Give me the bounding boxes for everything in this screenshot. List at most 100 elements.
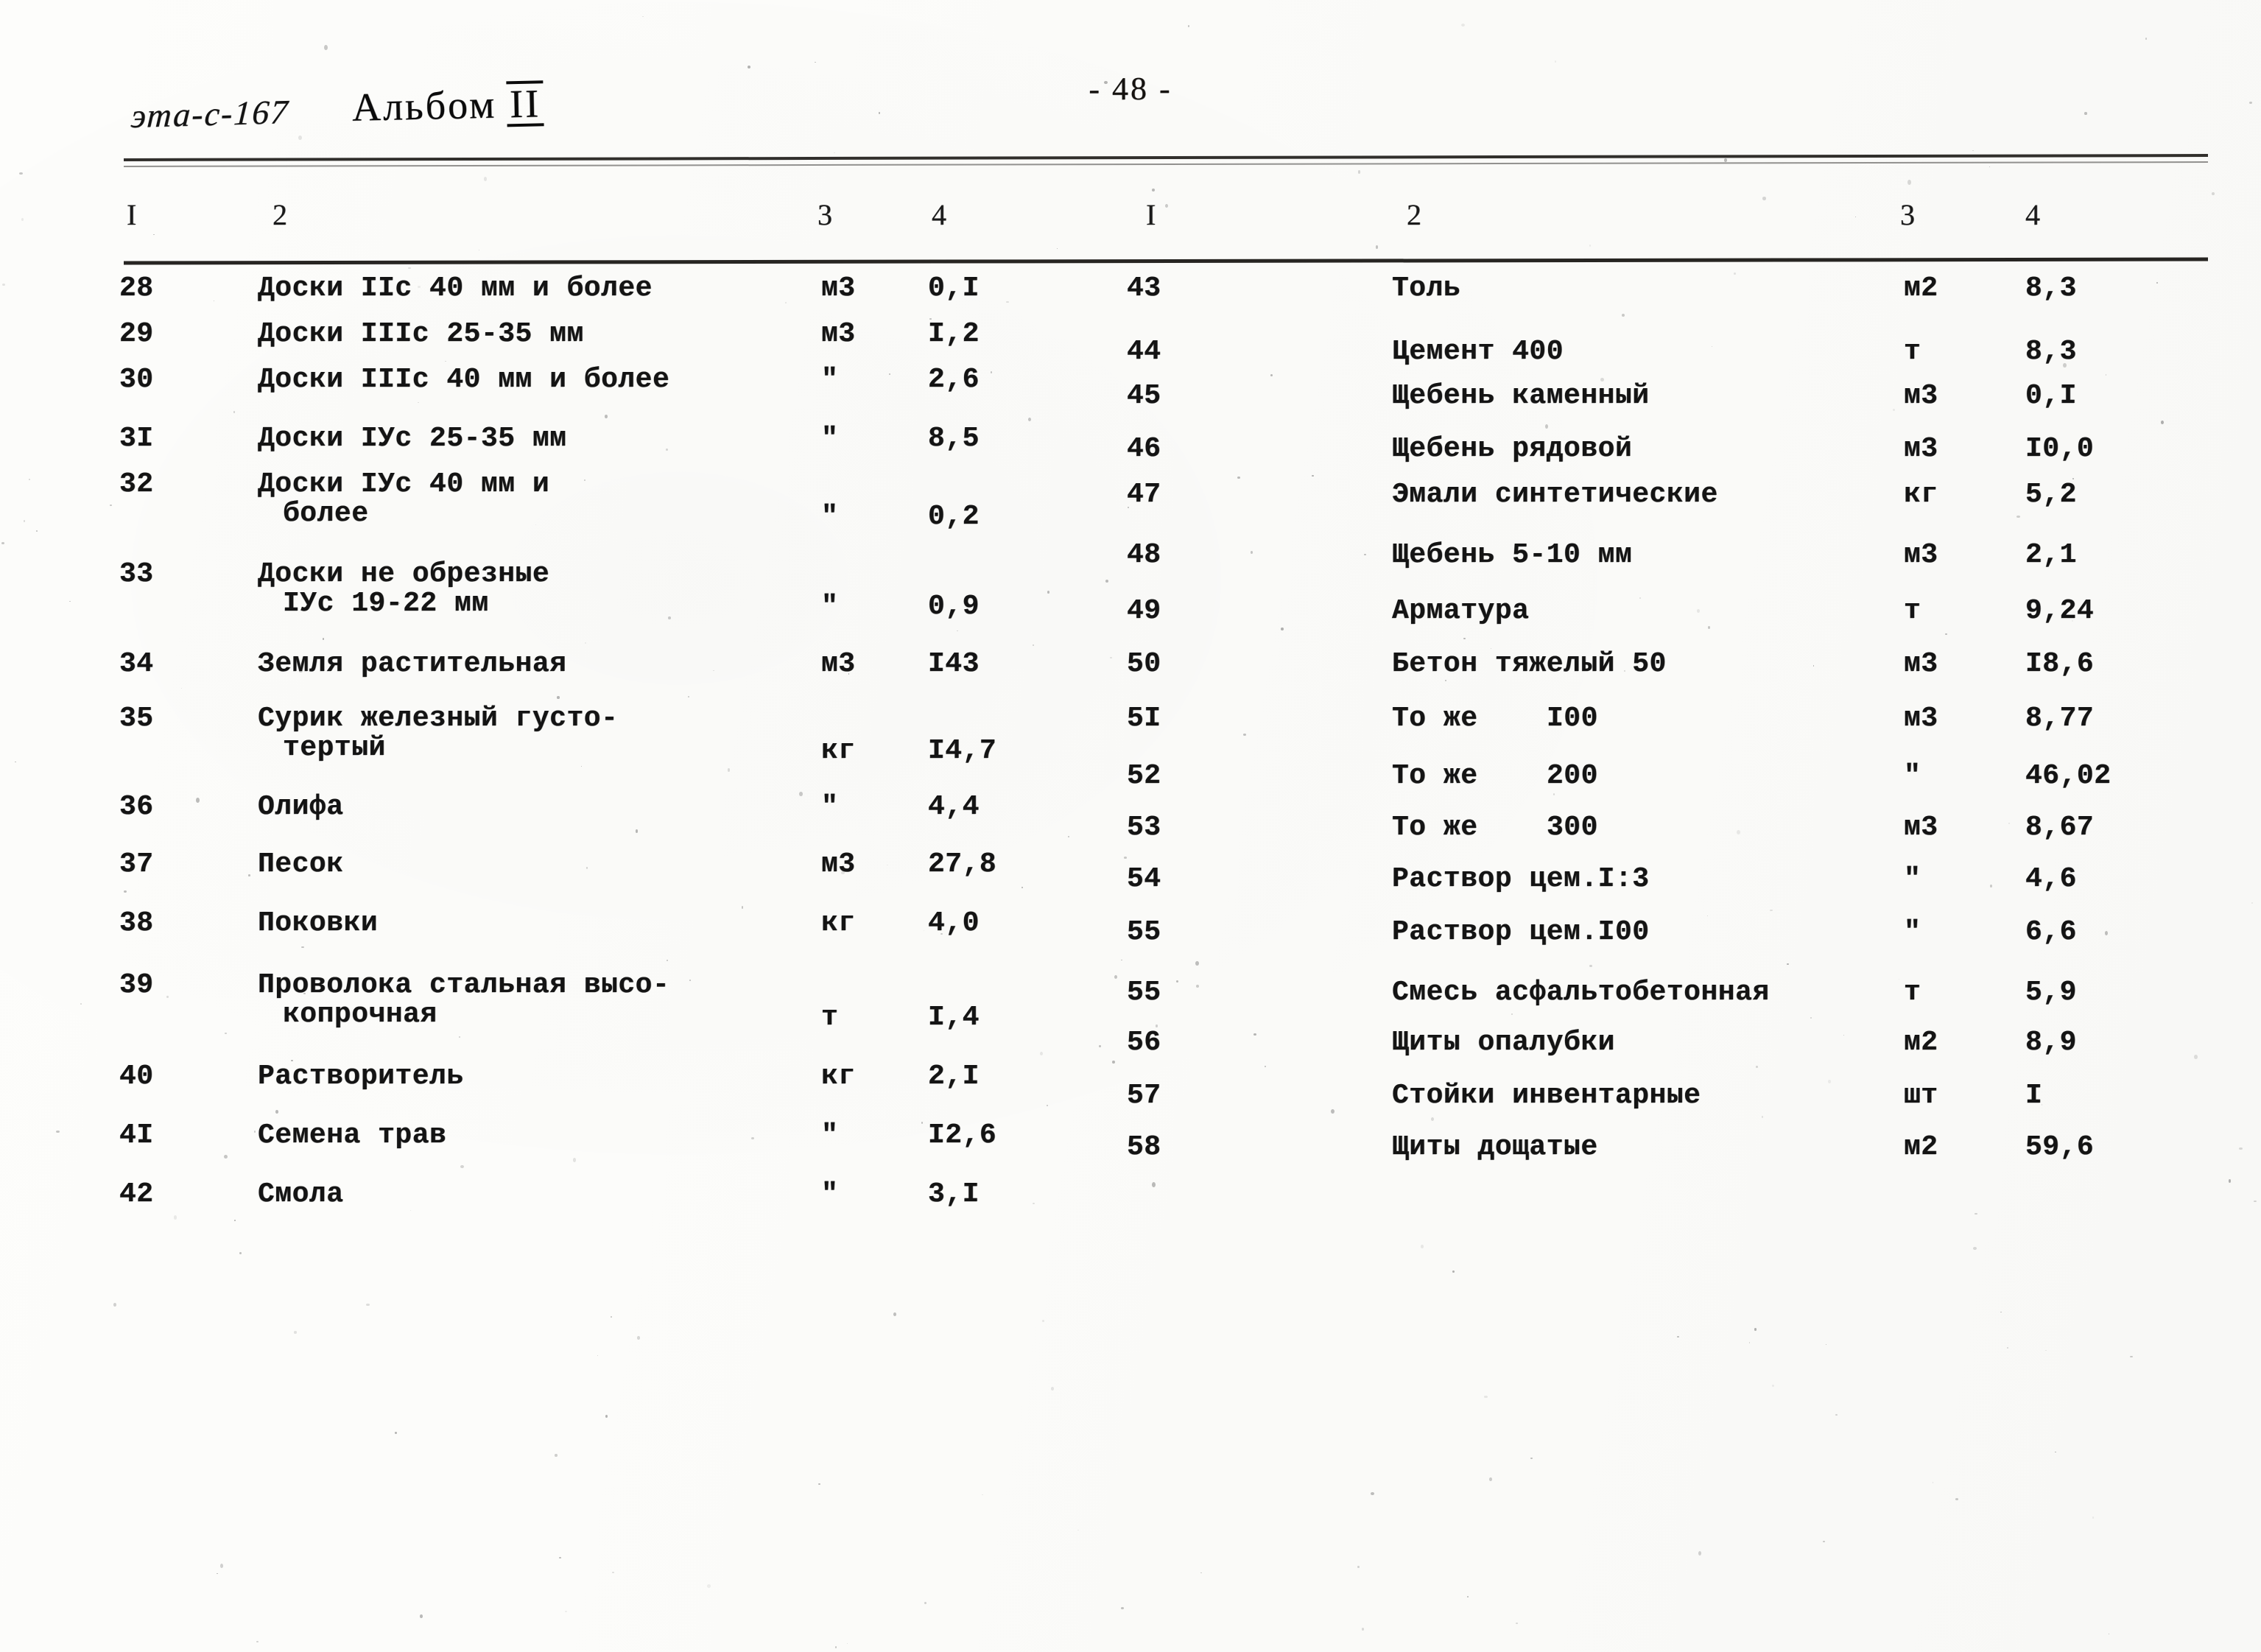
material-name-line2: IУс 19-22 мм: [283, 587, 489, 619]
quantity-value: I,4: [928, 1002, 980, 1033]
unit-of-measure: т: [821, 1002, 839, 1033]
unit-of-measure: м3: [1904, 380, 1938, 412]
material-name: Доски IУс 25-35 мм: [258, 424, 817, 454]
material-name-line1: Стойки инвентарные: [1392, 1080, 1701, 1111]
material-name-line1: Эмали синтетические: [1392, 479, 1718, 510]
row-number: 42: [119, 1178, 154, 1210]
unit-of-measure: м3: [1904, 703, 1938, 734]
material-name: Щебень 5-10 мм: [1392, 541, 1937, 570]
material-name: Доски IIс 40 мм и более: [258, 274, 817, 303]
column-header-3: 3: [817, 198, 832, 231]
material-name-line1: Бетон тяжелый 50: [1392, 648, 1667, 680]
row-number: 45: [1127, 380, 1161, 412]
row-number: 33: [119, 558, 154, 590]
unit-of-measure: т: [1904, 336, 1921, 368]
row-number: 5I: [1127, 703, 1161, 734]
material-name-line1: Доски IУс 25-35 мм: [258, 423, 567, 454]
quantity-value: 8,67: [2025, 812, 2095, 843]
row-number: 49: [1127, 595, 1161, 627]
quantity-value: 59,6: [2025, 1131, 2095, 1163]
quantity-value: 4,6: [2025, 863, 2077, 895]
row-number: 30: [119, 364, 154, 396]
material-name-line1: Поковки: [258, 907, 379, 939]
quantity-value: 8,3: [2025, 336, 2077, 368]
quantity-value: I4,7: [928, 735, 997, 767]
material-name-line1: Песок: [258, 848, 344, 880]
column-header-4: 4: [932, 198, 946, 231]
quantity-value: 4,4: [928, 791, 980, 823]
row-number: 28: [119, 273, 154, 304]
material-name-line1: Толь: [1392, 273, 1461, 304]
unit-of-measure: ": [1904, 916, 1921, 948]
quantity-value: 8,3: [2025, 273, 2077, 304]
unit-of-measure: кг: [821, 1061, 856, 1092]
unit-of-measure: м3: [821, 273, 856, 304]
row-number: 36: [119, 791, 154, 823]
material-name-line1: Щебень 5-10 мм: [1392, 539, 1633, 571]
unit-of-measure: кг: [1904, 479, 1938, 510]
row-number: 56: [1127, 1027, 1161, 1058]
unit-of-measure: м3: [1904, 433, 1938, 465]
material-name-line1: Арматура: [1392, 595, 1530, 627]
unit-of-measure: м3: [821, 318, 856, 350]
material-name: Щиты опалубки: [1392, 1028, 1937, 1058]
row-number: 44: [1127, 336, 1161, 368]
material-name-line1: Щиты дощатые: [1392, 1131, 1598, 1163]
quantity-value: 2,I: [928, 1061, 980, 1092]
material-name: Смола: [258, 1180, 817, 1209]
material-name: Щиты дощатые: [1392, 1133, 1937, 1162]
unit-of-measure: м3: [1904, 812, 1938, 843]
quantity-value: 6,6: [2025, 916, 2077, 948]
unit-of-measure: м2: [1904, 273, 1938, 304]
material-name-line1: Сурик железный густо-: [258, 703, 619, 734]
material-name: Арматура: [1392, 597, 1937, 626]
material-name: Щебень каменный: [1392, 382, 1937, 411]
unit-of-measure: ": [821, 423, 839, 454]
material-name-line1: Доски IIIс 25-35 мм: [258, 318, 584, 350]
material-name: Растворитель: [258, 1062, 817, 1092]
unit-of-measure: т: [1904, 595, 1921, 627]
material-grade: I00: [1547, 703, 1598, 734]
material-grade: 200: [1547, 760, 1598, 792]
material-name-line1: Доски IIс 40 мм и более: [258, 273, 653, 304]
material-name: То же 300: [1392, 813, 1937, 843]
quantity-value: 0,2: [928, 501, 980, 532]
quantity-value: 0,9: [928, 591, 980, 622]
row-number: 37: [119, 848, 154, 880]
unit-of-measure: м2: [1904, 1131, 1938, 1163]
quantity-value: 2,6: [928, 364, 980, 396]
material-name-line1: Доски IУс 40 мм и: [258, 468, 550, 500]
quantity-value: 0,I: [928, 273, 980, 304]
row-number: 48: [1127, 539, 1161, 571]
row-number: 55: [1127, 916, 1161, 948]
quantity-value: I: [2025, 1080, 2043, 1111]
unit-of-measure: кг: [821, 907, 856, 939]
material-name-line1: Доски не обрезные: [258, 558, 550, 590]
row-number: 39: [119, 969, 154, 1001]
unit-of-measure: т: [1904, 977, 1921, 1008]
material-name-line1: Доски IIIс 40 мм и более: [258, 364, 670, 396]
row-number: 52: [1127, 760, 1161, 792]
unit-of-measure: ": [1904, 863, 1921, 895]
material-name-line1: Олифа: [258, 791, 344, 823]
row-number: 3I: [119, 423, 154, 454]
material-name-line1: Растворитель: [258, 1061, 464, 1092]
column-header-1: I: [1146, 198, 1156, 231]
quantity-value: I8,6: [2025, 648, 2095, 680]
row-number: 35: [119, 703, 154, 734]
row-number: 53: [1127, 812, 1161, 843]
quantity-value: 8,5: [928, 423, 980, 454]
material-name-line1: Смола: [258, 1178, 344, 1210]
unit-of-measure: ": [821, 501, 839, 532]
material-name: Поковки: [258, 909, 817, 938]
material-name-line2: тертый: [283, 731, 386, 764]
unit-of-measure: ": [821, 1178, 839, 1210]
row-number: 29: [119, 318, 154, 350]
material-name: Цемент 400: [1392, 337, 1937, 367]
material-name: Раствор цем.I:3: [1392, 865, 1937, 894]
material-name: Земля растительная: [258, 650, 817, 679]
quantity-value: 8,9: [2025, 1027, 2077, 1058]
row-number: 54: [1127, 863, 1161, 895]
material-name: Толь: [1392, 274, 1937, 303]
unit-of-measure: м3: [821, 848, 856, 880]
